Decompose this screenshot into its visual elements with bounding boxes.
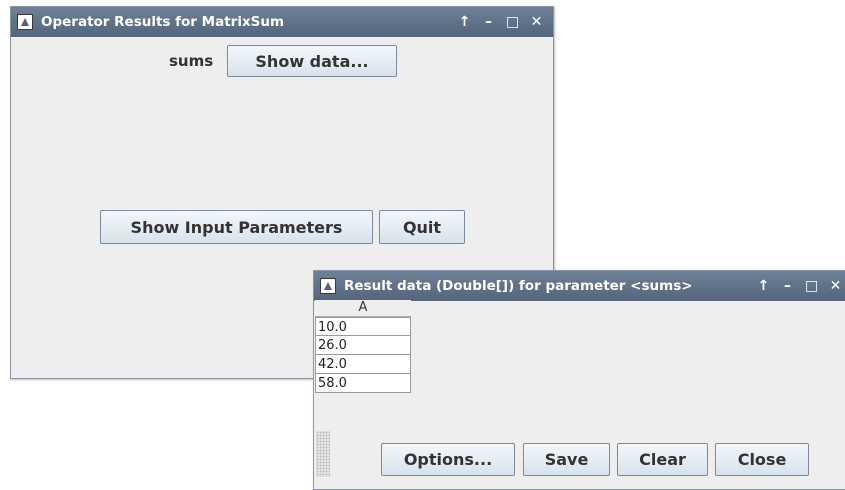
resize-grip[interactable] bbox=[316, 431, 330, 477]
table-row[interactable]: 58.0 bbox=[315, 374, 411, 393]
operator-results-titlebar[interactable]: Operator Results for MatrixSum ↑ – □ ✕ bbox=[11, 7, 553, 37]
result-data-titlebar[interactable]: Result data (Double[]) for parameter <su… bbox=[314, 271, 845, 301]
java-app-icon bbox=[320, 278, 336, 294]
window-close-icon[interactable]: ✕ bbox=[530, 15, 543, 29]
table-row[interactable]: 10.0 bbox=[315, 317, 411, 336]
quit-button[interactable]: Quit bbox=[379, 210, 465, 244]
window-minimize-icon[interactable]: – bbox=[781, 279, 794, 293]
window-title: Result data (Double[]) for parameter <su… bbox=[344, 278, 693, 294]
sums-label: sums bbox=[169, 52, 214, 70]
column-header[interactable]: A bbox=[315, 300, 411, 317]
show-data-button[interactable]: Show data... bbox=[227, 45, 397, 77]
close-button[interactable]: Close bbox=[715, 443, 809, 476]
result-table[interactable]: A 10.0 26.0 42.0 58.0 bbox=[315, 300, 411, 393]
save-button[interactable]: Save bbox=[523, 443, 610, 476]
window-close-icon[interactable]: ✕ bbox=[829, 279, 842, 293]
window-pin-icon[interactable]: ↑ bbox=[757, 279, 770, 293]
window-pin-icon[interactable]: ↑ bbox=[458, 15, 471, 29]
window-title: Operator Results for MatrixSum bbox=[41, 14, 285, 30]
table-row[interactable]: 26.0 bbox=[315, 336, 411, 355]
window-maximize-icon[interactable]: □ bbox=[506, 15, 519, 29]
window-minimize-icon[interactable]: – bbox=[482, 15, 495, 29]
options-button[interactable]: Options... bbox=[381, 443, 515, 476]
show-input-parameters-button[interactable]: Show Input Parameters bbox=[100, 210, 373, 244]
clear-button[interactable]: Clear bbox=[617, 443, 708, 476]
table-row[interactable]: 42.0 bbox=[315, 355, 411, 374]
java-app-icon bbox=[17, 14, 33, 30]
result-data-window: Result data (Double[]) for parameter <su… bbox=[313, 270, 845, 490]
window-maximize-icon[interactable]: □ bbox=[805, 279, 818, 293]
